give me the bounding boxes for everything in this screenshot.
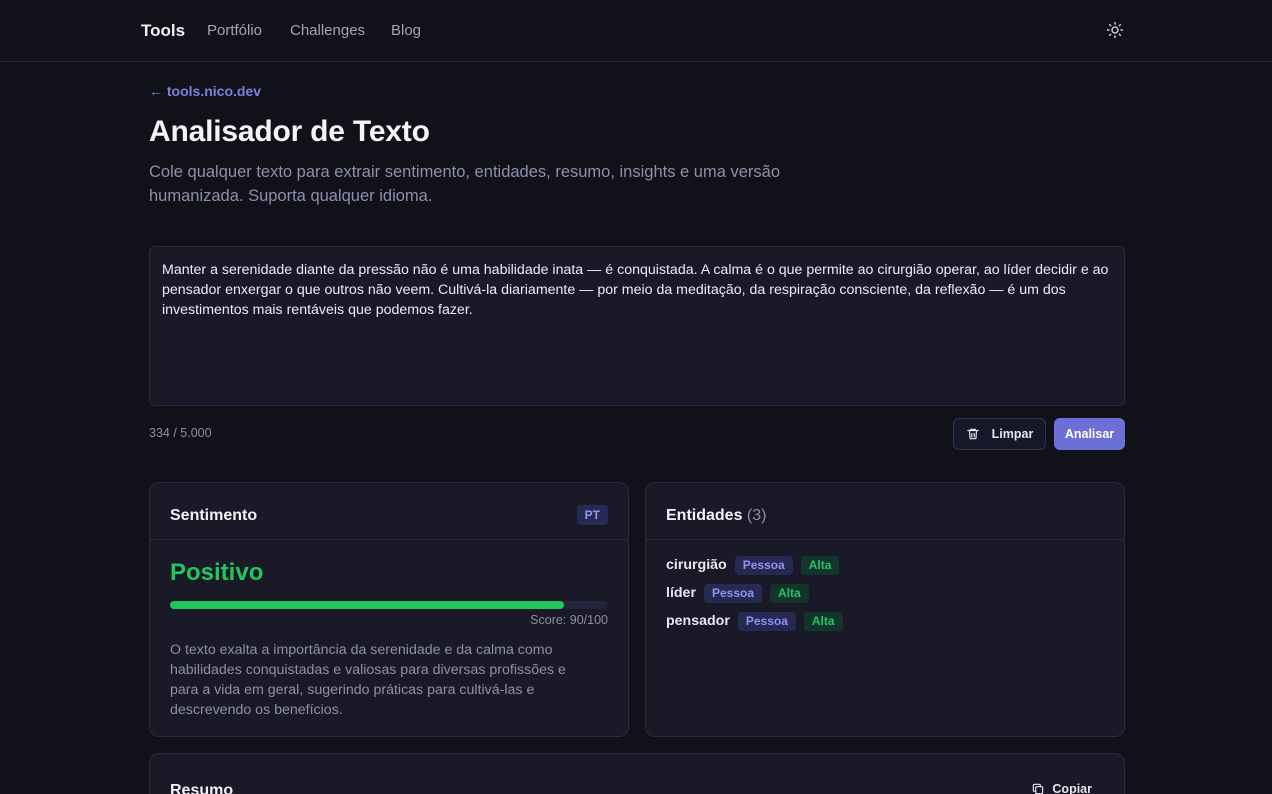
top-navbar: Tools Portfólio Challenges Blog — [0, 0, 1272, 62]
sentiment-card: Sentimento PT Positivo Score: 90/100 O t… — [149, 482, 629, 737]
entity-confidence-tag: Alta — [803, 611, 843, 631]
entities-card: Entidades (3) cirurgião Pessoa Alta líde… — [645, 482, 1125, 737]
score-bar — [170, 601, 608, 609]
entity-row: pensador Pessoa Alta — [666, 611, 843, 631]
entity-type-tag: Pessoa — [734, 555, 793, 575]
nav-link-portfolio[interactable]: Portfólio — [207, 22, 262, 39]
entity-name: líder — [666, 585, 696, 601]
copy-button-label: Copiar — [1052, 782, 1092, 794]
sentiment-card-header: Sentimento PT — [150, 483, 628, 540]
summary-card: Resumo Copiar — [149, 753, 1125, 794]
sentiment-label: Positivo — [170, 559, 264, 586]
entity-confidence-tag: Alta — [800, 555, 840, 575]
entity-type-tag: Pessoa — [737, 611, 796, 631]
clear-button[interactable]: Limpar — [953, 418, 1046, 450]
entity-name: cirurgião — [666, 557, 727, 573]
back-link[interactable]: ← tools.nico.dev — [149, 83, 261, 99]
analyze-button[interactable]: Analisar — [1054, 418, 1125, 450]
entity-row: líder Pessoa Alta — [666, 583, 843, 603]
analyze-button-label: Analisar — [1064, 427, 1115, 441]
page-description: Cole qualquer texto para extrair sentime… — [149, 163, 781, 205]
entity-type-tag: Pessoa — [703, 583, 762, 603]
brand-logo[interactable]: Tools — [141, 21, 185, 41]
language-badge: PT — [576, 505, 608, 525]
text-input[interactable]: Manter a serenidade diante da pressão nã… — [149, 246, 1125, 406]
clear-button-label: Limpar — [991, 427, 1034, 441]
summary-title: Resumo — [170, 782, 234, 794]
nav-link-challenges[interactable]: Challenges — [290, 22, 365, 39]
theme-toggle-button[interactable] — [1104, 19, 1126, 41]
entity-row: cirurgião Pessoa Alta — [666, 555, 843, 575]
entities-title-text: Entidades — [666, 507, 743, 524]
sentiment-description: O texto exalta a importância da serenida… — [170, 642, 566, 718]
entities-count: (3) — [746, 507, 767, 524]
trash-icon — [966, 428, 979, 440]
entities-card-header: Entidades (3) — [646, 483, 1124, 540]
char-counter: 334 / 5.000 — [149, 426, 212, 440]
copy-icon — [1033, 783, 1044, 794]
score-bar-fill — [170, 601, 565, 609]
nav-link-blog[interactable]: Blog — [391, 22, 421, 39]
entity-name: pensador — [666, 613, 730, 629]
sentiment-title: Sentimento — [170, 507, 258, 524]
entity-confidence-tag: Alta — [770, 583, 809, 603]
entities-title: Entidades (3) — [666, 507, 766, 525]
sun-icon — [1106, 21, 1124, 39]
copy-button[interactable]: Copiar — [1031, 782, 1092, 794]
score-text: Score: 90/100 — [530, 613, 608, 627]
entity-list: cirurgião Pessoa Alta líder Pessoa Alta … — [666, 555, 843, 639]
page-title: Analisador de Texto — [149, 115, 430, 148]
